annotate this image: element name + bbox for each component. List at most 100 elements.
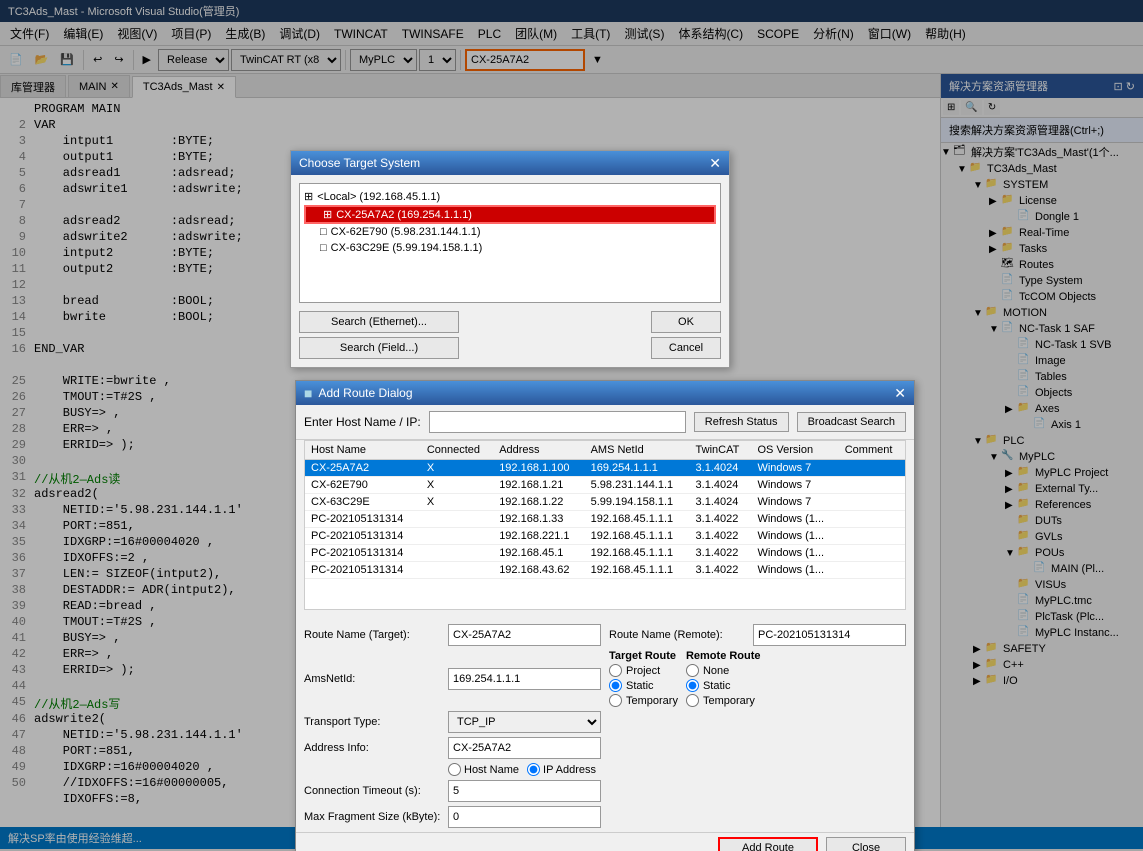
conn-timeout-input[interactable]: [448, 780, 601, 802]
table-cell: 192.168.1.33: [493, 511, 584, 528]
remote-route-radio[interactable]: [686, 664, 699, 677]
table-cell: 3.1.4022: [690, 511, 752, 528]
target-route-option[interactable]: Temporary: [609, 694, 678, 707]
route-name-target-input[interactable]: [448, 624, 601, 646]
table-cell: 5.99.194.158.1.1: [585, 494, 690, 511]
table-cell: Windows (1...: [751, 511, 838, 528]
transport-type-select[interactable]: TCP_IP: [448, 711, 601, 733]
address-type-row: Host Name IP Address: [304, 763, 601, 776]
table-cell: [421, 528, 493, 545]
table-cell: 192.168.45.1: [493, 545, 584, 562]
table-cell: 192.168.221.1: [493, 528, 584, 545]
host-name-label: Enter Host Name / IP:: [304, 415, 421, 429]
table-cell: [839, 545, 905, 562]
table-row[interactable]: CX-63C29EX192.168.1.225.99.194.158.1.13.…: [305, 494, 905, 511]
table-cell: PC-202105131314: [305, 545, 421, 562]
table-cell: 169.254.1.1.1: [585, 460, 690, 477]
table-row[interactable]: PC-202105131314192.168.43.62192.168.45.1…: [305, 562, 905, 579]
target-tree-item[interactable]: □CX-62E790 (5.98.231.144.1.1): [304, 224, 716, 240]
table-cell: 192.168.1.100: [493, 460, 584, 477]
remote-route-label: Remote Route: [686, 650, 761, 662]
table-header-connected: Connected: [421, 441, 493, 460]
table-cell: Windows (1...: [751, 562, 838, 579]
table-cell: CX-63C29E: [305, 494, 421, 511]
ams-netid-input[interactable]: [448, 668, 601, 690]
ip-address-radio[interactable]: [527, 763, 540, 776]
tree-node-label: CX-25A7A2 (169.254.1.1.1): [336, 209, 472, 221]
table-row[interactable]: CX-62E790X192.168.1.215.98.231.144.1.13.…: [305, 477, 905, 494]
table-row[interactable]: PC-202105131314 192.168.45.1192.168.45.1.…: [305, 545, 905, 562]
add-route-dialog: ■ Add Route Dialog ✕ Enter Host Name / I…: [295, 380, 915, 851]
table-cell: 192.168.45.1.1.1: [585, 545, 690, 562]
route-name-remote-input[interactable]: [753, 624, 906, 646]
table-cell: 192.168.45.1.1.1: [585, 511, 690, 528]
ip-address-radio-text: IP Address: [543, 764, 596, 776]
search-field-btn[interactable]: Search (Field...): [299, 337, 459, 359]
choose-target-close[interactable]: ✕: [709, 155, 721, 172]
add-route-close[interactable]: ✕: [894, 385, 906, 402]
table-cell: 3.1.4024: [690, 460, 752, 477]
route-form: Route Name (Target): Route Name (Remote)…: [296, 618, 914, 832]
remote-route-radio[interactable]: [686, 679, 699, 692]
remote-route-label: Static: [703, 680, 731, 692]
target-tree-item[interactable]: □CX-63C29E (5.99.194.158.1.1): [304, 240, 716, 256]
max-fragment-input[interactable]: [448, 806, 601, 828]
host-name-input[interactable]: [429, 411, 686, 433]
target-route-option[interactable]: Static: [609, 679, 678, 692]
route-name-target-label: Route Name (Target):: [304, 629, 444, 641]
address-info-row: Address Info:: [304, 737, 601, 759]
host-name-radio[interactable]: [448, 763, 461, 776]
table-cell: [839, 511, 905, 528]
table-header-os-version: OS Version: [751, 441, 838, 460]
table-row[interactable]: PC-202105131314192.168.221.1192.168.45.1…: [305, 528, 905, 545]
search-ethernet-btn[interactable]: Search (Ethernet)...: [299, 311, 459, 333]
remote-route-radio[interactable]: [686, 694, 699, 707]
ok-btn[interactable]: OK: [651, 311, 721, 333]
target-tree-item[interactable]: ⊞<Local> (192.168.45.1.1): [304, 188, 716, 205]
tree-node-label: <Local> (192.168.45.1.1): [317, 191, 440, 203]
target-tree-item[interactable]: ⊞ CX-25A7A2 (169.254.1.1.1): [304, 205, 716, 224]
search-buttons: Search (Ethernet)... Search (Field...): [299, 311, 459, 359]
choose-target-action-btns: OK Cancel: [651, 311, 721, 359]
host-name-radio-label: Host Name: [448, 763, 519, 776]
table-cell: Windows 7: [751, 460, 838, 477]
broadcast-search-btn[interactable]: Broadcast Search: [797, 412, 906, 432]
remote-route-option[interactable]: Static: [686, 679, 761, 692]
target-route-radio[interactable]: [609, 694, 622, 707]
table-cell: X: [421, 494, 493, 511]
table-header-address: Address: [493, 441, 584, 460]
address-info-input[interactable]: [448, 737, 601, 759]
choose-target-body: ⊞<Local> (192.168.45.1.1) ⊞ CX-25A7A2 (169…: [291, 175, 729, 367]
refresh-status-btn[interactable]: Refresh Status: [694, 412, 789, 432]
table-row[interactable]: CX-25A7A2X192.168.1.100169.254.1.1.13.1.…: [305, 460, 905, 477]
route-name-remote-label: Route Name (Remote):: [609, 629, 749, 641]
remote-route-option[interactable]: Temporary: [686, 694, 761, 707]
target-route-radios: Project Static Temporary: [609, 664, 678, 707]
table-cell: CX-25A7A2: [305, 460, 421, 477]
target-route-option[interactable]: Project: [609, 664, 678, 677]
target-route-radio[interactable]: [609, 679, 622, 692]
add-route-btn[interactable]: Add Route: [718, 837, 818, 851]
conn-timeout-row: Connection Timeout (s):: [304, 780, 601, 802]
table-cell: 192.168.45.1.1.1: [585, 528, 690, 545]
table-cell: [839, 460, 905, 477]
target-tree[interactable]: ⊞<Local> (192.168.45.1.1) ⊞ CX-25A7A2 (169…: [299, 183, 721, 303]
table-row[interactable]: PC-202105131314 192.168.1.33192.168.45.1.…: [305, 511, 905, 528]
table-header-host-name: Host Name: [305, 441, 421, 460]
close-btn[interactable]: Close: [826, 837, 906, 851]
table-cell: PC-202105131314: [305, 511, 421, 528]
table-cell: [421, 545, 493, 562]
table-header-twincat: TwinCAT: [690, 441, 752, 460]
remote-route-group: Remote Route None Static Temporary: [686, 650, 761, 707]
tree-node-icon: ⊞: [323, 208, 332, 221]
tree-node-label: CX-62E790 (5.98.231.144.1.1): [331, 226, 481, 238]
table-cell: Windows 7: [751, 477, 838, 494]
remote-route-option[interactable]: None: [686, 664, 761, 677]
remote-route-label: None: [703, 665, 729, 677]
table-header-ams-netid: AMS NetId: [585, 441, 690, 460]
target-route-radio[interactable]: [609, 664, 622, 677]
table-cell: [839, 528, 905, 545]
cancel-btn[interactable]: Cancel: [651, 337, 721, 359]
add-route-title-text: Add Route Dialog: [318, 386, 412, 400]
table-cell: 192.168.43.62: [493, 562, 584, 579]
